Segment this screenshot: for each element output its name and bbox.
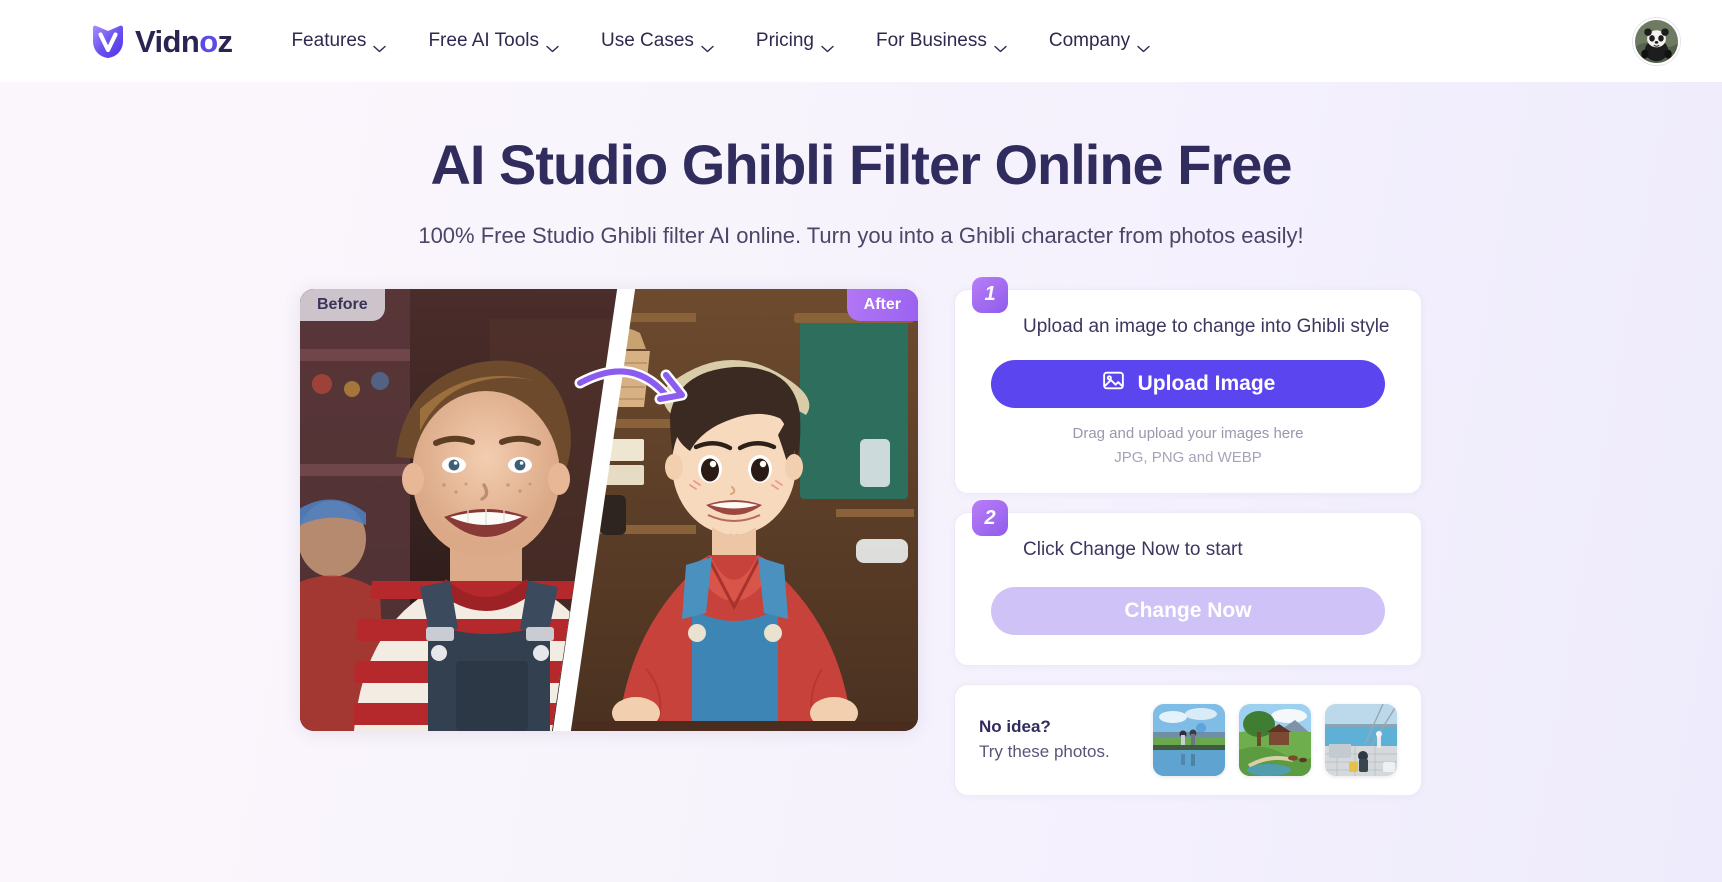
change-now-button[interactable]: Change Now: [991, 587, 1385, 636]
page-title: AI Studio Ghibli Filter Online Free: [430, 133, 1292, 196]
nav-item-free-ai-tools[interactable]: Free AI Tools: [407, 20, 580, 62]
chevron-down-icon: [373, 37, 387, 53]
nav-item-company[interactable]: Company: [1028, 20, 1171, 62]
before-badge: Before: [300, 288, 385, 322]
nav-item-features[interactable]: Features: [270, 20, 407, 62]
seaside-pier-thumb[interactable]: [1325, 704, 1397, 777]
sample-thumbs: [1153, 704, 1397, 777]
logo-wordmark: Vidnoz: [135, 23, 233, 59]
logo[interactable]: Vidnoz: [88, 21, 233, 61]
upload-hint-line1: Drag and upload your images here: [1072, 424, 1304, 442]
upload-image-label: Upload Image: [1137, 371, 1276, 395]
sample-photos-subtitle: Try these photos.: [979, 741, 1110, 761]
nav-label: Use Cases: [600, 30, 694, 51]
nav-item-use-cases[interactable]: Use Cases: [580, 20, 735, 62]
sample-photos-title: No idea?: [979, 716, 1051, 736]
nav-item-pricing[interactable]: Pricing: [735, 20, 855, 62]
hero-section: AI Studio Ghibli Filter Online Free 100%…: [0, 82, 1722, 882]
before-after-preview[interactable]: Before After: [300, 288, 918, 731]
countryside-farm-thumb[interactable]: [1239, 704, 1311, 777]
nav-label: Features: [291, 30, 367, 51]
preview-image: [300, 288, 918, 731]
main-nav: Features Free AI Tools Use Cases Pricing…: [270, 20, 1171, 62]
nav-label: For Business: [875, 30, 987, 51]
upload-hint-line2: JPG, PNG and WEBP: [1114, 449, 1262, 467]
nav-label: Company: [1048, 30, 1131, 51]
step-1-card: 1 Upload an image to change into Ghibli …: [954, 276, 1422, 495]
nav-label: Pricing: [755, 30, 814, 51]
chevron-down-icon: [546, 37, 559, 53]
page-subtitle: 100% Free Studio Ghibli filter AI online…: [418, 222, 1304, 248]
step-1-number: 1: [972, 276, 1008, 313]
nav-label: Free AI Tools: [428, 30, 539, 51]
step-1-heading: Upload an image to change into Ghibli st…: [1023, 315, 1390, 337]
lake-reflection-thumb[interactable]: [1153, 704, 1225, 777]
panda-avatar[interactable]: [1633, 17, 1680, 65]
site-header: Vidnoz Features Free AI Tools Use Cases …: [0, 0, 1722, 82]
tool-panel: Before After 1 Upload an image to change…: [300, 276, 1422, 797]
upload-image-button[interactable]: Upload Image: [991, 359, 1385, 408]
change-now-label: Change Now: [1124, 599, 1252, 623]
vidnoz-v-logo-icon: [88, 21, 128, 61]
chevron-down-icon: [701, 37, 714, 53]
nav-item-for-business[interactable]: For Business: [855, 20, 1028, 62]
step-2-number: 2: [972, 500, 1008, 537]
chevron-down-icon: [1137, 37, 1150, 53]
sample-photos-card: No idea? Try these photos.: [954, 684, 1422, 797]
chevron-down-icon: [994, 37, 1007, 53]
chevron-down-icon: [821, 37, 834, 53]
control-column: 1 Upload an image to change into Ghibli …: [954, 276, 1422, 797]
step-2-card: 2 Click Change Now to start Change Now: [954, 500, 1422, 667]
image-upload-icon: [1101, 368, 1126, 399]
after-badge: After: [846, 288, 918, 322]
step-2-heading: Click Change Now to start: [1023, 539, 1243, 561]
